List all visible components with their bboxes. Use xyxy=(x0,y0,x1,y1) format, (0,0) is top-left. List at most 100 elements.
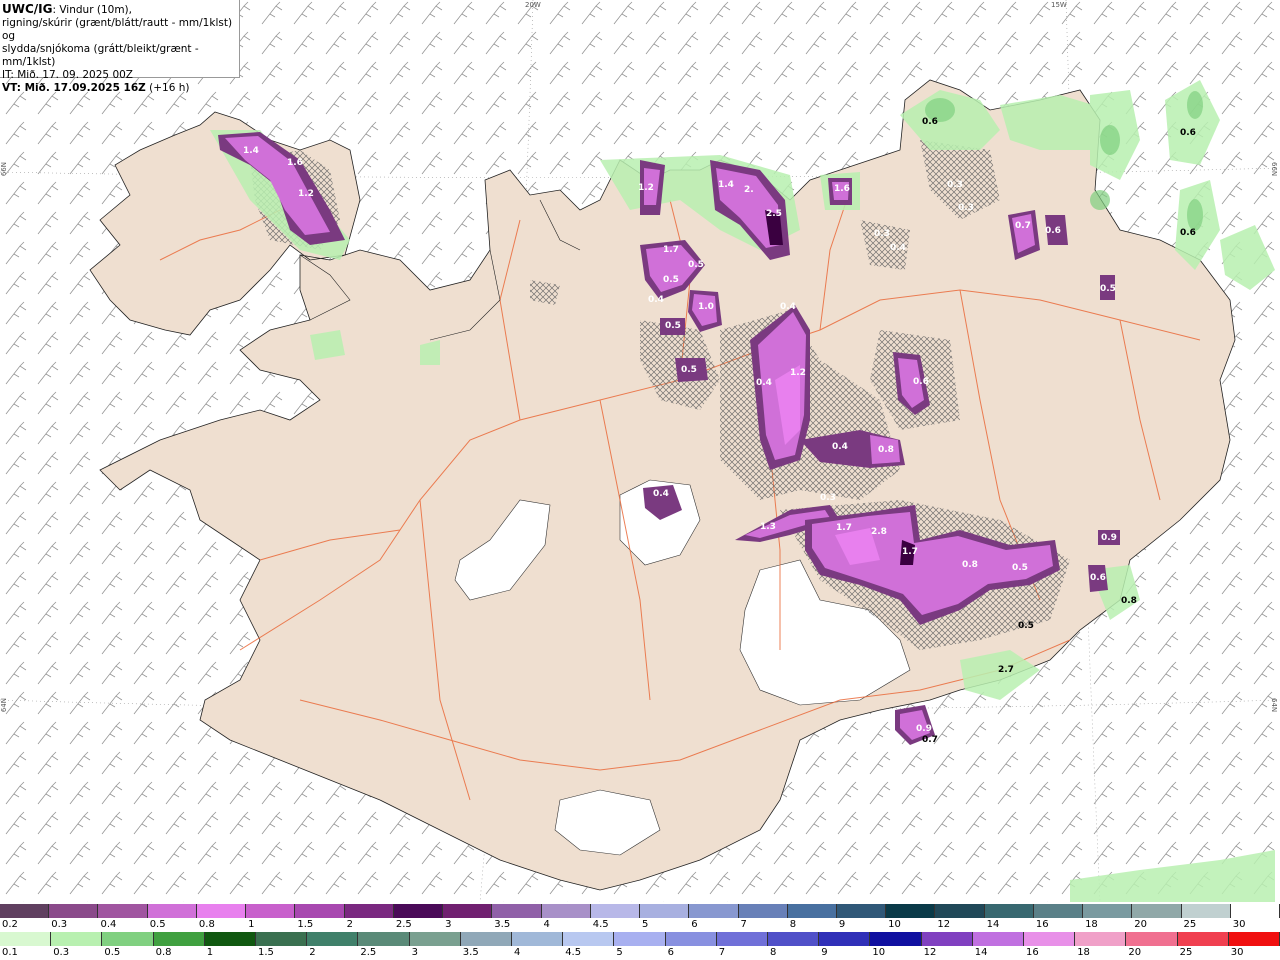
rain-scale-label: 4.5 xyxy=(565,947,582,958)
rain-scale-label: 1 xyxy=(206,947,214,958)
rain-scale-label: 1.5 xyxy=(258,947,274,958)
rain-scale-label: 10 xyxy=(872,947,886,958)
snow-scale-swatch xyxy=(590,904,641,918)
precip-label: 1.3 xyxy=(760,522,776,532)
rain-scale-swatch xyxy=(1177,932,1229,946)
snow-scale-label: 0.2 xyxy=(2,919,18,930)
rain-scale-label: 2.5 xyxy=(360,947,377,958)
snow-scale-label: 2 xyxy=(346,919,353,930)
lat-label-64n-left: 64N xyxy=(0,698,8,713)
snow-scale-swatch xyxy=(492,904,542,918)
rain-scale-label: 25 xyxy=(1179,947,1193,958)
snow-scale-swatch xyxy=(246,904,296,918)
snow-scale-swatch xyxy=(689,904,739,918)
precip-label: 1.6 xyxy=(287,158,303,168)
snow-scale-swatch xyxy=(295,904,345,918)
rain-scale-label: 0.1 xyxy=(2,947,18,958)
rain-scale-label: 3 xyxy=(411,947,418,958)
snow-scale-swatch xyxy=(0,904,50,918)
rain-scale-label: 16 xyxy=(1026,947,1039,958)
snow-scale-label: 8 xyxy=(789,919,797,930)
rain-scale-swatch xyxy=(358,932,410,946)
snow-scale-label: 20 xyxy=(1134,919,1148,930)
rain-scale-label: 18 xyxy=(1077,947,1090,958)
rain-scale-label: 30 xyxy=(1230,947,1244,958)
rain-scale-swatch xyxy=(921,932,973,946)
snow-scale-swatch xyxy=(640,904,690,918)
snow-scale-swatch xyxy=(836,904,887,918)
snow-scale-label: 25 xyxy=(1183,919,1197,930)
rain-scale-swatch xyxy=(768,932,820,946)
precip-label: 0.9 xyxy=(916,724,932,734)
rain-scale-swatch xyxy=(716,932,769,946)
precip-label: 0.4 xyxy=(653,489,669,499)
forecast-map: 1.4 1.6 1.2 1.2 1.4 2. 2.5 1.6 1.7 0.5 0… xyxy=(0,0,1280,902)
rain-scale-label: 6 xyxy=(667,947,674,958)
snow-scale-label: 6 xyxy=(691,919,698,930)
precip-label: 0.6 xyxy=(1180,128,1196,138)
snow-scale-label: 1.5 xyxy=(297,919,314,930)
precip-label: 2. xyxy=(744,185,754,195)
rain-scale-label: 3.5 xyxy=(462,947,479,958)
snow-scale-swatch xyxy=(886,904,936,918)
precip-label: 1.2 xyxy=(298,189,314,199)
precip-label: 0.8 xyxy=(878,445,894,455)
lat-label-66n-right: 66N xyxy=(1270,162,1278,177)
precip-label: 0.9 xyxy=(1101,533,1117,543)
snow-scale-label: 16 xyxy=(1035,919,1049,930)
snow-scale-swatch xyxy=(49,904,99,918)
rain-scale-swatch xyxy=(972,932,1025,946)
precip-label: 0.5 xyxy=(1018,621,1034,631)
precip-label: 0.3 xyxy=(947,180,963,190)
precip-label: 0.7 xyxy=(922,735,938,745)
precip-label: 0.5 xyxy=(681,365,697,375)
map-info-box: UWC/IG: Vindur (10m), rigning/skúrir (gr… xyxy=(0,0,240,94)
rain-scale-label: 0.5 xyxy=(104,947,121,958)
rain-scale-swatch xyxy=(512,932,564,946)
precip-label: 0.3 xyxy=(958,203,974,213)
snow-scale-swatch xyxy=(98,904,148,918)
rain-scale-swatch xyxy=(665,932,717,946)
precip-label: 0.7 xyxy=(1015,221,1031,231)
snow-scale-label: 30 xyxy=(1232,919,1246,930)
rain-scale-label: 0.8 xyxy=(155,947,172,958)
rain-scale-swatch xyxy=(1126,932,1178,946)
lat-label-66n-left: 66N xyxy=(0,162,8,177)
snow-scale-label: 12 xyxy=(937,919,951,930)
precip-label: 0.4 xyxy=(648,295,664,305)
map-title-suffix: : Vindur (10m), xyxy=(52,4,132,16)
rain-scale-swatch xyxy=(1024,932,1076,946)
rain-scale-swatch xyxy=(870,932,922,946)
precip-label: 1.7 xyxy=(663,245,679,255)
precip-label: 0.3 xyxy=(820,493,836,503)
snow-scale-swatch xyxy=(1033,904,1084,918)
precip-label: 1.7 xyxy=(836,523,852,533)
precip-label: 2.5 xyxy=(766,209,782,219)
snow-scale-label: 10 xyxy=(888,919,901,930)
rain-scale-swatch xyxy=(0,932,52,946)
snow-scale-swatch xyxy=(344,904,394,918)
rain-scale-label: 2 xyxy=(309,947,316,958)
rain-scale-label: 8 xyxy=(770,947,777,958)
precip-label: 1.7 xyxy=(902,547,918,557)
precip-label: 0.5 xyxy=(665,321,681,331)
initial-time: IT: Mið. 17. 09. 2025 00Z xyxy=(2,69,133,81)
snow-scale-label: 2.5 xyxy=(395,919,412,930)
forecast-hour: (+16 h) xyxy=(145,82,190,94)
precip-label: 0.3 xyxy=(874,229,890,239)
rain-scale-swatch xyxy=(1075,932,1127,946)
rain-scale-swatch xyxy=(563,932,615,946)
snow-scale-label: 0.5 xyxy=(149,919,166,930)
snow-scale-label: 3.5 xyxy=(494,919,511,930)
rain-scale-swatch xyxy=(153,932,205,946)
precip-label: 1.4 xyxy=(243,146,259,156)
rain-scale-swatch xyxy=(1228,932,1280,946)
rain-scale-swatch xyxy=(51,932,103,946)
snow-scale-swatch xyxy=(196,904,247,918)
precip-label: 0.8 xyxy=(962,560,978,570)
precip-label: 1.6 xyxy=(834,184,850,194)
map-title: UWC/IG xyxy=(2,2,53,16)
snow-scale-label: 5 xyxy=(642,919,649,930)
rain-scale-label: 7 xyxy=(718,947,726,958)
rain-scale-label: 0.3 xyxy=(53,947,70,958)
